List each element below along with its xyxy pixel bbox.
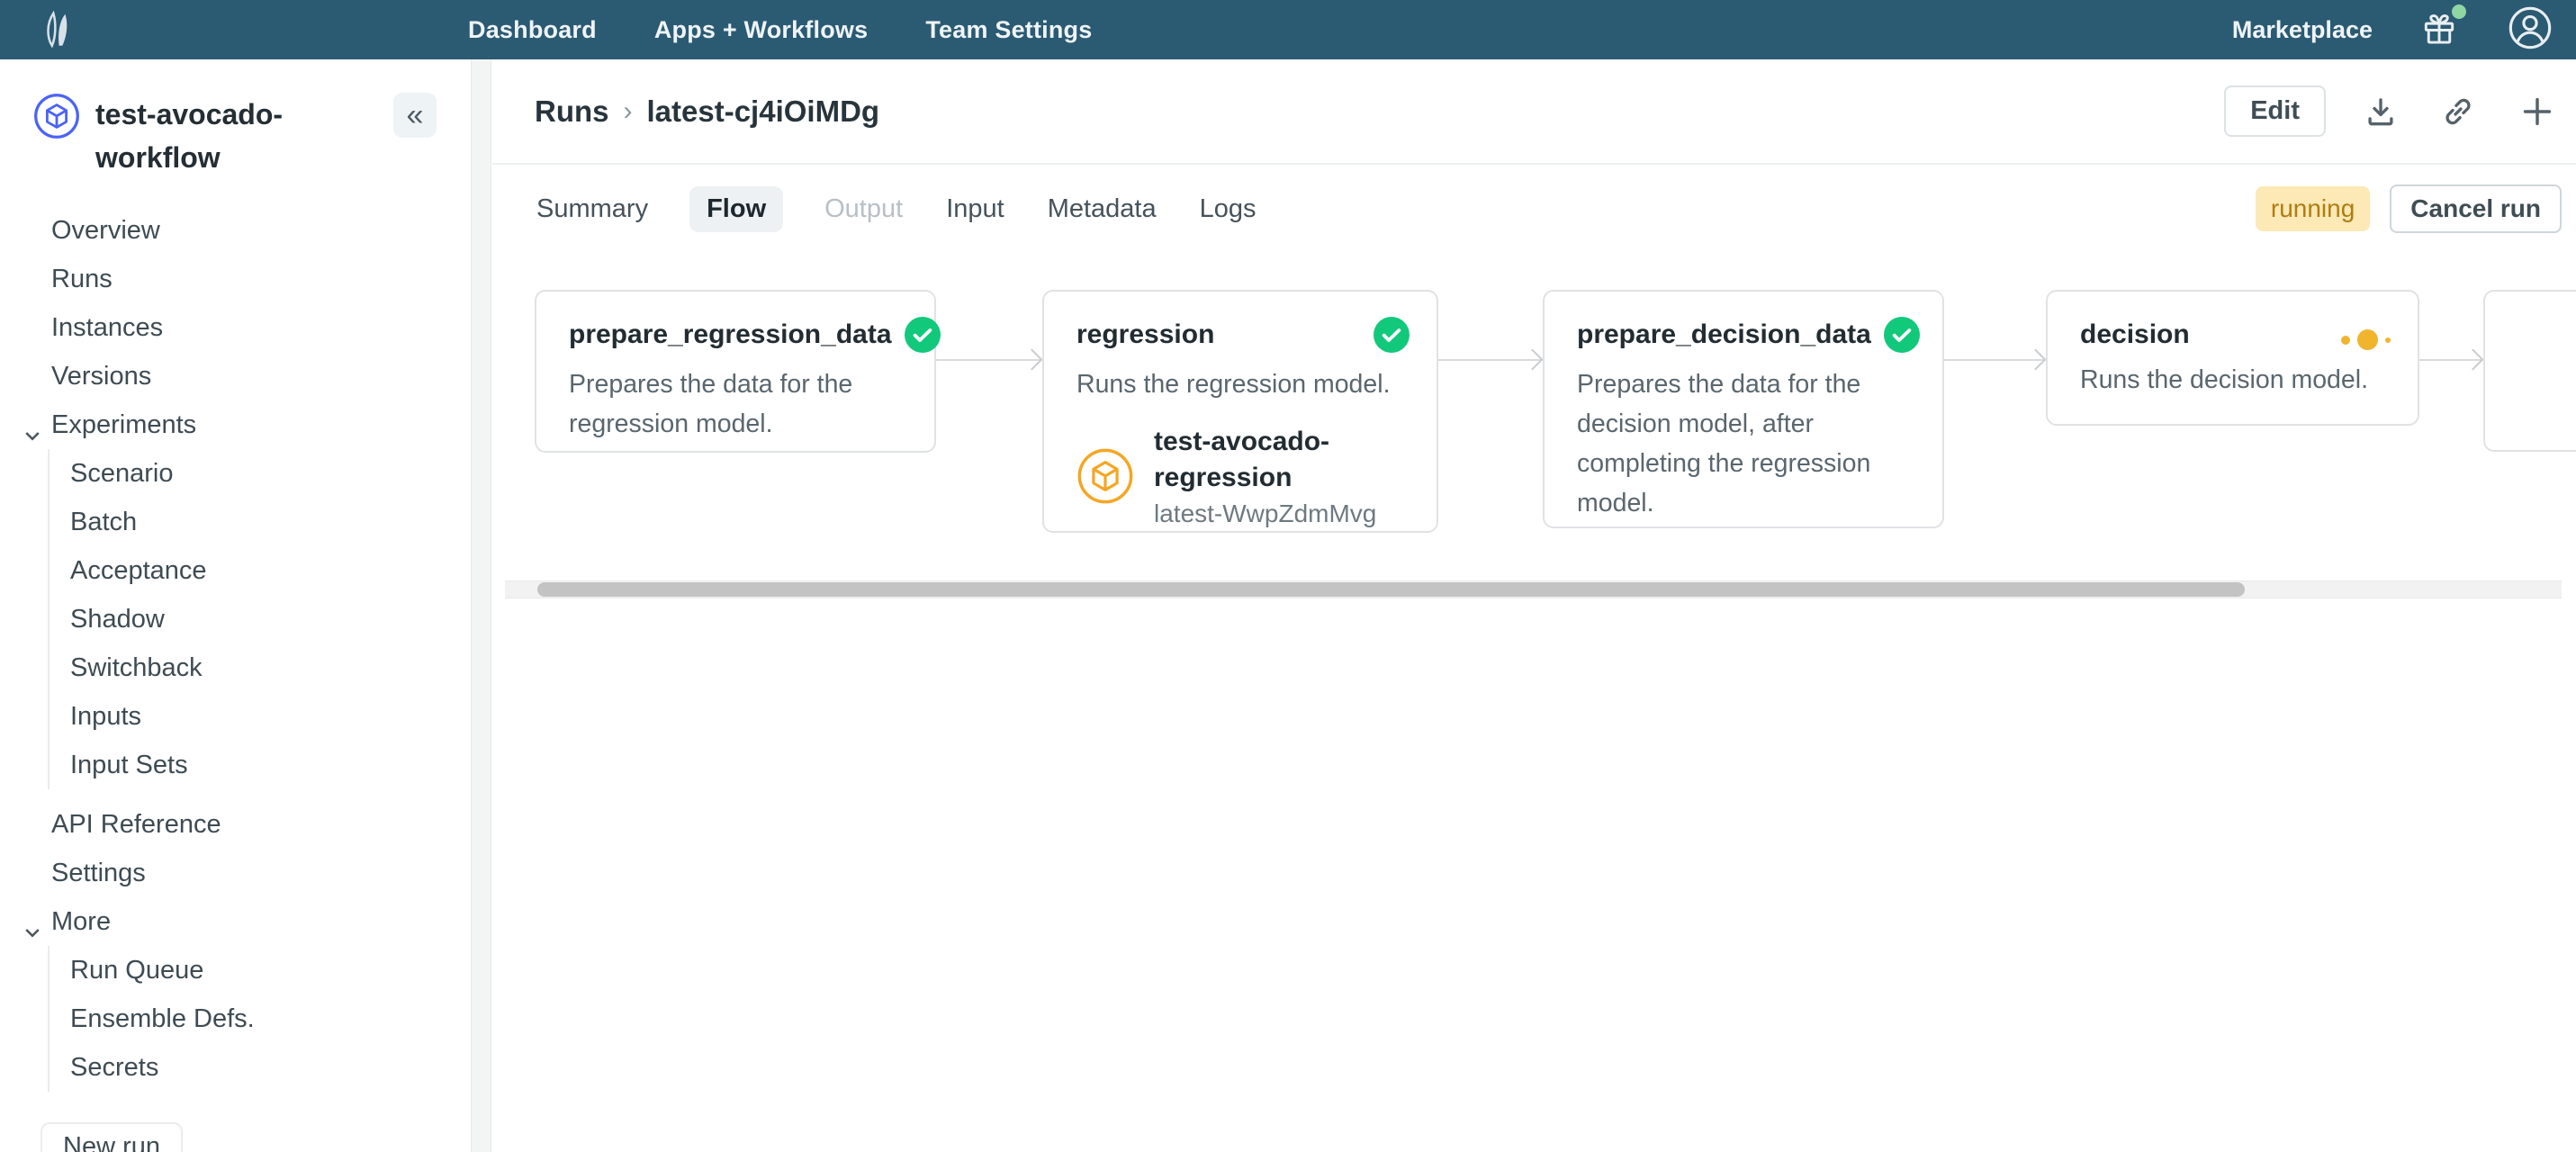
download-icon: [2362, 93, 2400, 130]
tab-flow[interactable]: Flow: [689, 186, 783, 232]
avatar-icon[interactable]: [2508, 5, 2553, 55]
app-version: latest-WwpZdmMvg: [1154, 496, 1379, 532]
flow-arrow: [1944, 359, 2044, 361]
node-title: prepare_decision_data: [1577, 317, 1871, 353]
link-icon: [2439, 93, 2477, 130]
chevron-down-icon: [22, 414, 43, 463]
menu-gap: [0, 789, 471, 800]
sidebar-item-switchback[interactable]: Switchback: [50, 644, 471, 692]
node-description: Prepares the data for the decision model…: [1577, 364, 1915, 523]
sidebar-item-label: Experiments: [51, 410, 196, 439]
success-check-icon: [892, 317, 941, 357]
sidebar-item-instances[interactable]: Instances: [0, 303, 471, 352]
flow-diagram: prepare_regression_data Prepares the dat…: [492, 252, 2576, 684]
new-run-button[interactable]: New run: [41, 1122, 183, 1152]
flow-arrow: [2419, 359, 2481, 361]
run-header: Runs › latest-cj4iOiMDg Edit: [492, 59, 2576, 165]
nav-link-apps-workflows[interactable]: Apps + Workflows: [654, 16, 869, 44]
app-cube-icon: [1076, 447, 1134, 509]
tabs-row: Summary Flow Output Input Metadata Logs …: [492, 165, 2576, 233]
edit-button[interactable]: Edit: [2224, 86, 2326, 137]
download-button[interactable]: [2358, 89, 2403, 134]
flow-node-prepare-regression-data[interactable]: prepare_regression_data Prepares the dat…: [535, 290, 936, 453]
sidebar-item-label: More: [51, 907, 111, 936]
gift-icon[interactable]: [2419, 8, 2461, 51]
node-description: Runs the regression model.: [1076, 364, 1410, 404]
sidebar-header: test-avocado-workflow «: [0, 59, 471, 179]
add-button[interactable]: [2513, 87, 2562, 136]
sidebar-item-secrets[interactable]: Secrets: [50, 1043, 471, 1092]
sidebar-menu: Overview Runs Instances Versions Experim…: [0, 206, 471, 1092]
app-name: test-avocado-regression: [1154, 424, 1379, 496]
horizontal-scrollbar-track[interactable]: [505, 580, 2562, 598]
breadcrumb: Runs › latest-cj4iOiMDg: [535, 94, 879, 129]
main-content: Runs › latest-cj4iOiMDg Edit: [492, 59, 2576, 1152]
tab-metadata[interactable]: Metadata: [1046, 186, 1158, 232]
sidebar-item-runs[interactable]: Runs: [0, 255, 471, 303]
breadcrumb-run-id: latest-cj4iOiMDg: [647, 94, 880, 129]
workflow-name: test-avocado-workflow: [95, 93, 365, 179]
node-title: regression: [1076, 317, 1214, 353]
flow-arrow: [936, 359, 1040, 361]
sidebar-item-experiments[interactable]: Experiments: [0, 400, 471, 449]
flow-node-regression[interactable]: regression Runs the regression model.: [1042, 290, 1438, 533]
node-title: decision: [2080, 317, 2190, 353]
sidebar-item-overview[interactable]: Overview: [0, 206, 471, 255]
app-root: Dashboard Apps + Workflows Team Settings…: [0, 0, 2576, 1152]
breadcrumb-runs-link[interactable]: Runs: [535, 94, 609, 129]
node-title: prepare_regression_data: [569, 317, 892, 353]
running-loader-icon: [2328, 317, 2391, 350]
node-app-reference[interactable]: test-avocado-regression latest-WwpZdmMvg: [1076, 424, 1410, 532]
nav-link-team-settings[interactable]: Team Settings: [925, 16, 1092, 44]
status-badge: running: [2256, 186, 2370, 231]
sidebar-item-scenario[interactable]: Scenario: [50, 449, 471, 498]
success-check-icon: [1361, 317, 1410, 357]
experiments-submenu: Scenario Batch Acceptance Shadow Switchb…: [48, 449, 471, 789]
node-description: Prepares the data for the regression mod…: [569, 364, 907, 444]
copy-link-button[interactable]: [2436, 89, 2481, 134]
flow-node-decision[interactable]: decision Runs the decision model.: [2046, 290, 2419, 426]
flow-node-prepare-decision-data[interactable]: prepare_decision_data Prepares the data …: [1543, 290, 1944, 528]
sidebar-item-run-queue[interactable]: Run Queue: [50, 946, 471, 994]
cancel-run-button[interactable]: Cancel run: [2390, 184, 2562, 233]
sidebar: test-avocado-workflow « Overview Runs In…: [0, 59, 471, 1152]
nav-link-marketplace[interactable]: Marketplace: [2232, 16, 2373, 44]
sidebar-item-ensemble-defs[interactable]: Ensemble Defs.: [50, 994, 471, 1043]
tab-output[interactable]: Output: [823, 186, 905, 232]
more-submenu: Run Queue Ensemble Defs. Secrets: [48, 946, 471, 1092]
chevron-down-icon: [22, 911, 43, 959]
plus-icon: [2517, 91, 2558, 132]
sidebar-item-settings[interactable]: Settings: [0, 849, 471, 897]
sidebar-item-api-reference[interactable]: API Reference: [0, 800, 471, 849]
tab-logs[interactable]: Logs: [1198, 186, 1258, 232]
workflow-cube-icon: [33, 93, 80, 144]
sidebar-item-inputs[interactable]: Inputs: [50, 692, 471, 741]
sidebar-item-shadow[interactable]: Shadow: [50, 595, 471, 644]
logo-glyph: [40, 9, 74, 50]
nav-links: Dashboard Apps + Workflows Team Settings: [468, 16, 1092, 44]
tab-input[interactable]: Input: [944, 186, 1006, 232]
node-description: Runs the decision model.: [2080, 360, 2391, 400]
tabs: Summary Flow Output Input Metadata Logs: [535, 186, 1258, 232]
success-check-icon: [1871, 317, 1920, 357]
flow-arrow: [1438, 359, 1541, 361]
sidebar-scrollbar-gutter[interactable]: [471, 59, 491, 1152]
nav-right: Marketplace: [2232, 5, 2553, 55]
notification-dot: [2452, 4, 2466, 19]
sidebar-item-versions[interactable]: Versions: [0, 352, 471, 400]
flow-node-partial[interactable]: [2483, 290, 2576, 452]
sidebar-item-more[interactable]: More: [0, 897, 471, 946]
breadcrumb-separator: ›: [624, 96, 633, 127]
sidebar-item-batch[interactable]: Batch: [50, 498, 471, 546]
sidebar-item-input-sets[interactable]: Input Sets: [50, 741, 471, 789]
nav-link-dashboard[interactable]: Dashboard: [468, 16, 597, 44]
header-actions: Edit: [2224, 86, 2562, 137]
sidebar-item-acceptance[interactable]: Acceptance: [50, 546, 471, 595]
run-controls: running Cancel run: [2256, 184, 2562, 233]
tab-summary[interactable]: Summary: [535, 186, 650, 232]
sidebar-collapse-button[interactable]: «: [393, 93, 437, 138]
nextmv-logo-icon[interactable]: [40, 8, 76, 51]
top-nav: Dashboard Apps + Workflows Team Settings…: [0, 0, 2576, 59]
horizontal-scrollbar-thumb[interactable]: [537, 582, 2245, 597]
